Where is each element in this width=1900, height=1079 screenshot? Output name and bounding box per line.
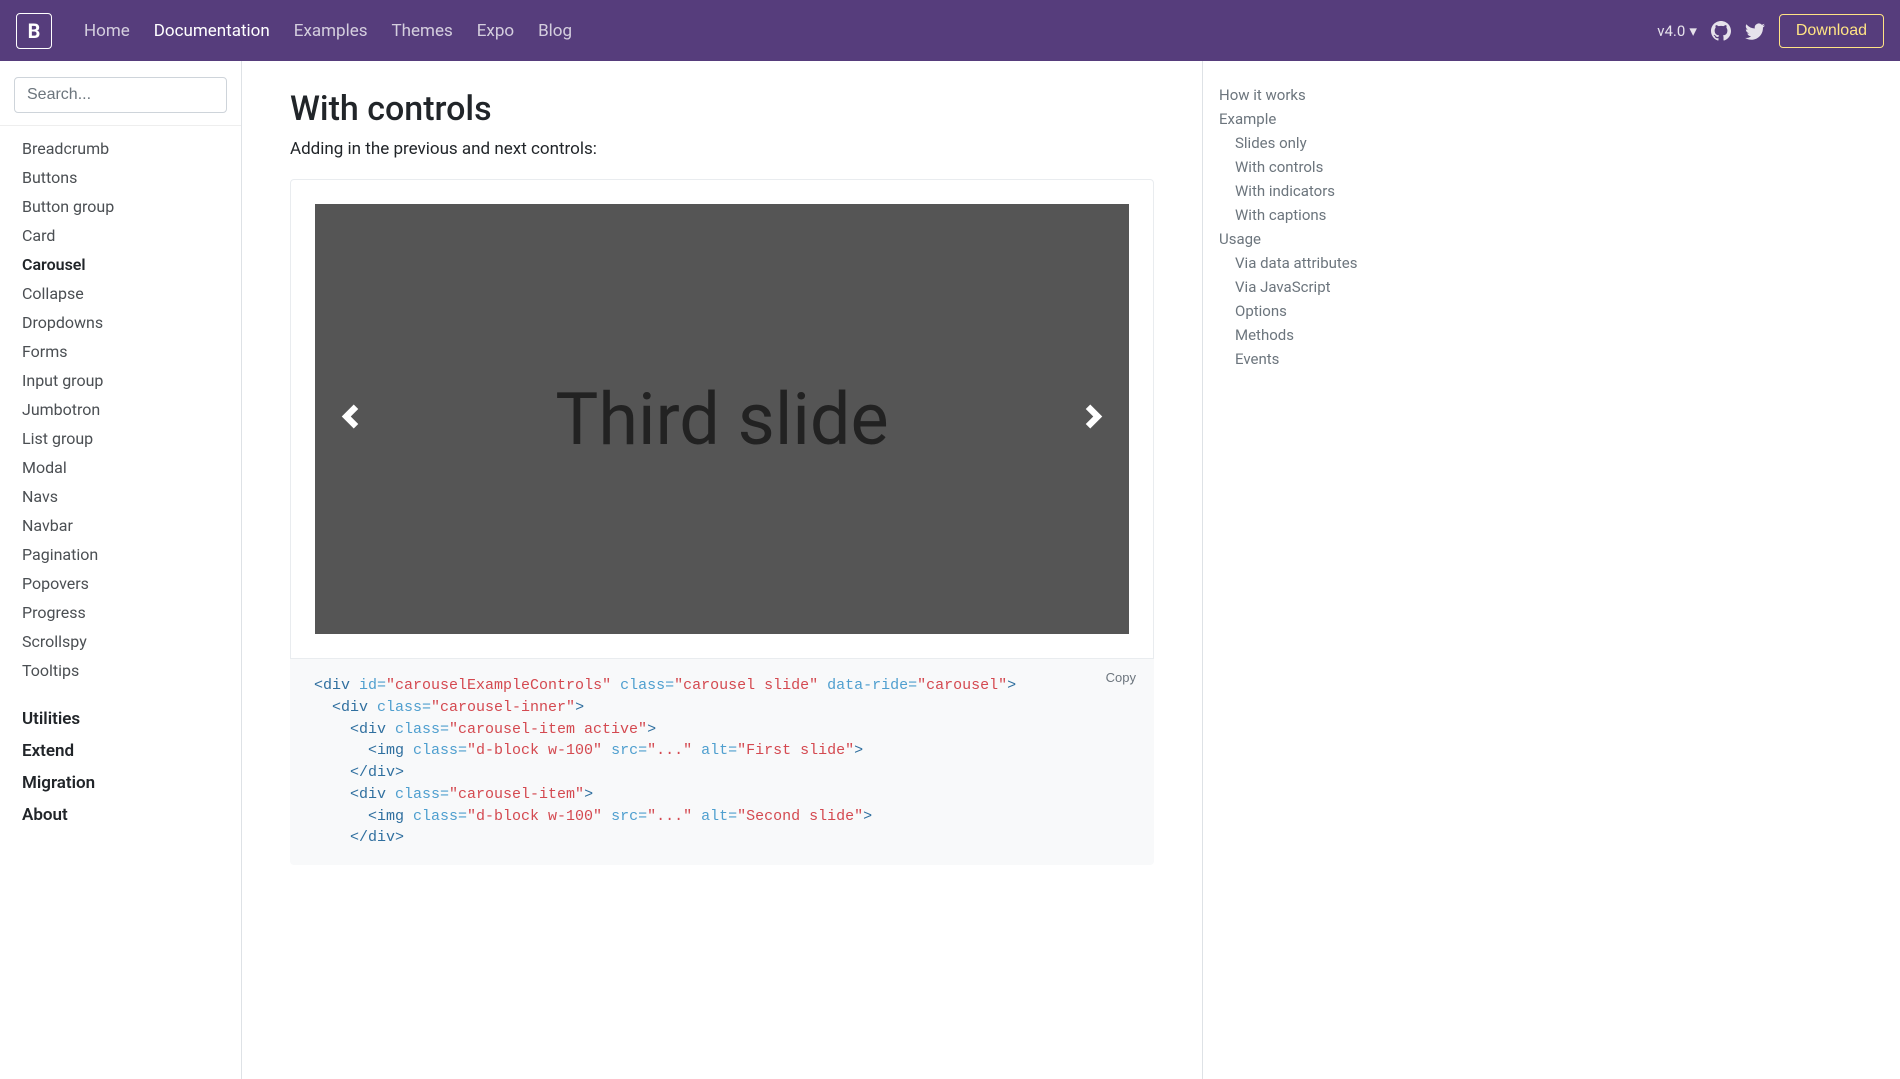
sidebar-item-card[interactable]: Card [22,221,241,250]
nav-links: HomeDocumentationExamplesThemesExpoBlog [72,13,584,49]
sidebar-item-buttons[interactable]: Buttons [22,163,241,192]
toc-item-how-it-works[interactable]: How it works [1219,83,1406,107]
carousel-slide-label: Third slide [555,377,888,462]
nav-link-documentation[interactable]: Documentation [142,13,282,49]
page-subtitle: Adding in the previous and next controls… [290,139,1154,159]
download-button[interactable]: Download [1779,14,1884,48]
sidebar-item-input-group[interactable]: Input group [22,366,241,395]
sidebar-heading-migration[interactable]: Migration [22,763,241,795]
toc-item-example[interactable]: Example [1219,107,1406,131]
sidebar-component-list: BreadcrumbButtonsButton groupCardCarouse… [0,125,241,685]
navbar: B HomeDocumentationExamplesThemesExpoBlo… [0,0,1900,61]
sidebar-search [14,77,227,113]
sidebar-item-list-group[interactable]: List group [22,424,241,453]
sidebar-item-navs[interactable]: Navs [22,482,241,511]
sidebar-item-collapse[interactable]: Collapse [22,279,241,308]
table-of-contents: How it worksExampleSlides onlyWith contr… [1202,61,1422,1079]
twitter-icon[interactable] [1745,21,1765,41]
sidebar-heading-extend[interactable]: Extend [22,731,241,763]
sidebar-item-navbar[interactable]: Navbar [22,511,241,540]
toc-item-with-indicators[interactable]: With indicators [1219,179,1406,203]
toc-item-with-captions[interactable]: With captions [1219,203,1406,227]
toc-item-slides-only[interactable]: Slides only [1219,131,1406,155]
sidebar-item-dropdowns[interactable]: Dropdowns [22,308,241,337]
main-content: With controls Adding in the previous and… [242,61,1202,1079]
sidebar-item-pagination[interactable]: Pagination [22,540,241,569]
sidebar-item-button-group[interactable]: Button group [22,192,241,221]
sidebar-item-tooltips[interactable]: Tooltips [22,656,241,685]
github-icon[interactable] [1711,21,1731,41]
sidebar-heading-utilities[interactable]: Utilities [22,699,241,731]
sidebar-item-modal[interactable]: Modal [22,453,241,482]
sidebar-sections: UtilitiesExtendMigrationAbout [0,691,241,827]
caret-down-icon: ▾ [1689,22,1697,40]
sidebar-heading-about[interactable]: About [22,795,241,827]
sidebar-item-breadcrumb[interactable]: Breadcrumb [22,134,241,163]
nav-link-blog[interactable]: Blog [526,13,584,49]
nav-link-expo[interactable]: Expo [465,13,526,49]
nav-link-examples[interactable]: Examples [282,13,380,49]
example-box: Third slide [290,179,1154,659]
sidebar: BreadcrumbButtonsButton groupCardCarouse… [0,61,242,1079]
search-input[interactable] [14,77,227,113]
carousel: Third slide [315,204,1129,634]
sidebar-item-carousel[interactable]: Carousel [22,250,241,279]
version-dropdown[interactable]: v4.0 ▾ [1657,22,1697,40]
toc-item-with-controls[interactable]: With controls [1219,155,1406,179]
toc-item-methods[interactable]: Methods [1219,323,1406,347]
sidebar-item-progress[interactable]: Progress [22,598,241,627]
copy-button[interactable]: Copy [1106,669,1136,688]
nav-link-home[interactable]: Home [72,13,142,49]
page-title: With controls [290,89,1154,129]
carousel-next-button[interactable] [1069,403,1119,436]
sidebar-item-jumbotron[interactable]: Jumbotron [22,395,241,424]
version-label: v4.0 [1657,22,1685,40]
toc-list: How it worksExampleSlides onlyWith contr… [1219,83,1406,371]
brand-logo[interactable]: B [16,13,52,49]
carousel-prev-button[interactable] [325,403,375,436]
toc-item-via-javascript[interactable]: Via JavaScript [1219,275,1406,299]
code-block: Copy<div id="carouselExampleControls" cl… [290,659,1154,865]
toc-item-events[interactable]: Events [1219,347,1406,371]
sidebar-item-forms[interactable]: Forms [22,337,241,366]
toc-item-options[interactable]: Options [1219,299,1406,323]
nav-link-themes[interactable]: Themes [380,13,465,49]
sidebar-item-scrollspy[interactable]: Scrollspy [22,627,241,656]
toc-item-via-data-attributes[interactable]: Via data attributes [1219,251,1406,275]
toc-item-usage[interactable]: Usage [1219,227,1406,251]
sidebar-item-popovers[interactable]: Popovers [22,569,241,598]
